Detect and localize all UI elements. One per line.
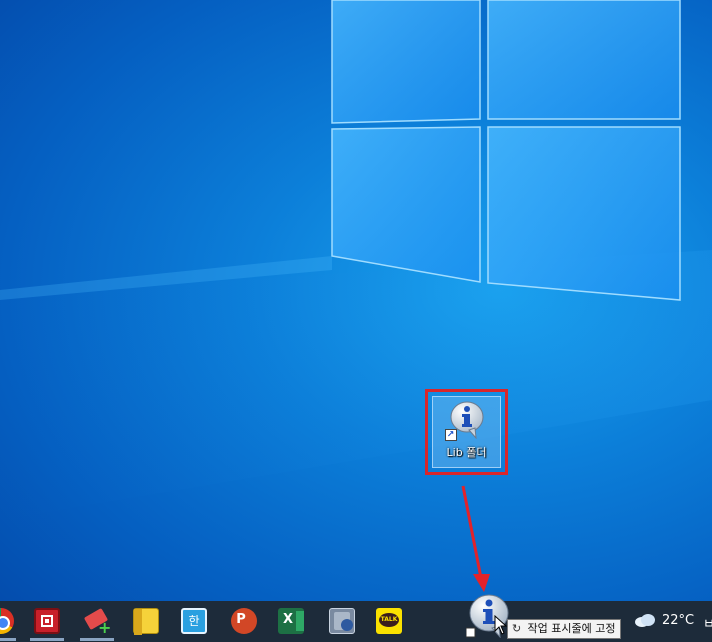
- desktop-background: ↗ Lib 폴더: [0, 0, 712, 642]
- shortcut-arrow-icon: ↗: [444, 429, 457, 441]
- excel-icon[interactable]: X: [278, 608, 304, 634]
- running-indicator: [0, 638, 16, 641]
- hancom-label: 한: [188, 614, 200, 628]
- running-indicator: [80, 638, 114, 641]
- info-bubble-icon: ↗: [444, 401, 485, 441]
- shortcut-label: Lib 폴더: [446, 446, 487, 459]
- running-indicator: [30, 638, 64, 641]
- recycle-app-icon[interactable]: [329, 608, 355, 634]
- dragged-shortcut-ghost: [465, 592, 512, 639]
- kakaotalk-label: TALK: [380, 616, 398, 623]
- pin-to-taskbar-tooltip: ↻ 작업 표시줄에 고정: [507, 619, 622, 639]
- weather-temperature[interactable]: 22°C: [662, 613, 694, 628]
- excel-label: X: [282, 612, 294, 627]
- tooltip-text: 작업 표시줄에 고정: [527, 622, 616, 635]
- weather-text[interactable]: ㅂ: [703, 613, 712, 632]
- lib-folder-shortcut[interactable]: ↗ Lib 폴더: [432, 396, 501, 468]
- selection-highlight-box: ↗ Lib 폴더: [425, 389, 508, 475]
- pin-icon: ↻: [512, 622, 522, 635]
- cloud-icon[interactable]: [634, 612, 656, 628]
- hancom-app-icon[interactable]: 한: [181, 608, 207, 634]
- sticky-notes-icon[interactable]: [133, 608, 159, 635]
- eraser-plus-app-icon[interactable]: +: [83, 607, 111, 636]
- mouse-cursor-icon: [494, 615, 508, 635]
- windows-logo-wallpaper: [0, 0, 712, 520]
- powerpoint-label: P: [236, 612, 246, 627]
- red-square-app-icon[interactable]: [34, 608, 60, 634]
- powerpoint-icon[interactable]: P: [231, 608, 257, 634]
- kakaotalk-icon[interactable]: TALK: [376, 608, 402, 634]
